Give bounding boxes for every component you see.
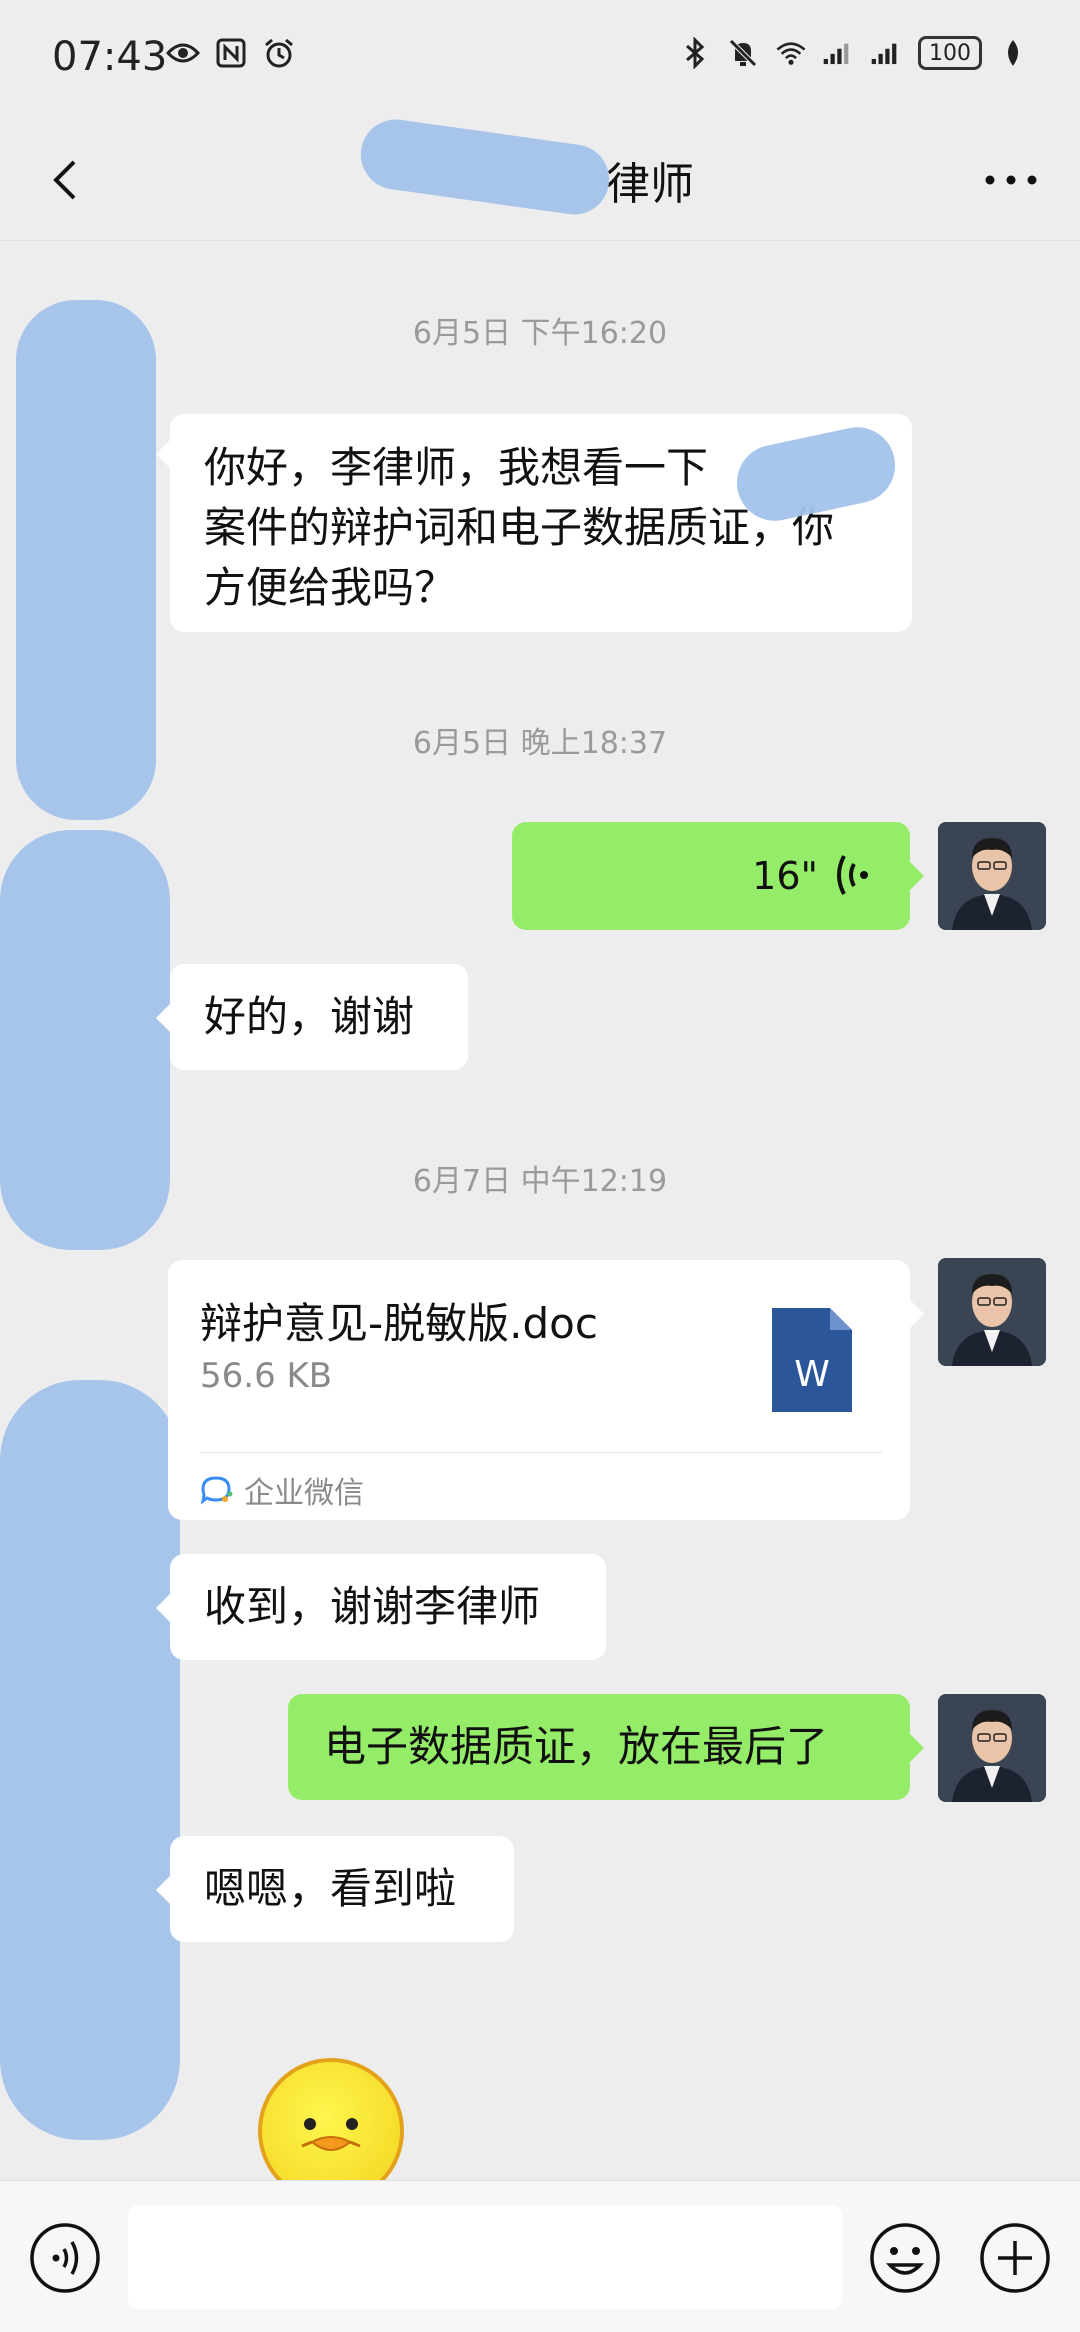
divider xyxy=(200,1452,882,1453)
bubble-tail xyxy=(910,1300,924,1328)
timestamp: 6月7日 中午12:19 xyxy=(412,1164,668,1199)
message-bubble-incoming[interactable]: 嗯嗯，看到啦 xyxy=(170,1836,514,1942)
more-button[interactable] xyxy=(976,150,1046,210)
timestamp: 6月5日 下午16:20 xyxy=(412,316,668,351)
voice-message-bubble[interactable]: 16" xyxy=(512,822,910,930)
file-message-card[interactable]: 辩护意见-脱敏版.doc 56.6 KB W 企业微信 xyxy=(168,1260,910,1520)
battery-indicator: 100 xyxy=(918,36,982,70)
bubble-tail xyxy=(156,1004,170,1032)
more-actions-button[interactable] xyxy=(978,2221,1052,2295)
avatar[interactable] xyxy=(938,822,1046,930)
message-text: 好的，谢谢 xyxy=(204,992,415,1041)
bubble-tail xyxy=(910,1734,924,1762)
message-input[interactable] xyxy=(128,2205,842,2309)
alarm-icon xyxy=(262,36,296,70)
message-bubble-incoming[interactable]: 好的，谢谢 xyxy=(170,964,468,1070)
lawyer-avatar-image xyxy=(938,822,1046,930)
plus-icon xyxy=(980,2223,1050,2293)
wecom-icon xyxy=(200,1476,233,1505)
bubble-tail xyxy=(156,1594,170,1622)
word-document-icon: W xyxy=(772,1308,852,1412)
more-icon xyxy=(985,175,1037,185)
voice-wave-icon xyxy=(837,855,868,895)
bluetooth-icon xyxy=(678,36,712,70)
message-bubble-incoming[interactable]: 收到，谢谢李律师 xyxy=(170,1554,606,1660)
file-source: 企业微信 xyxy=(200,1468,364,1512)
voice-icon xyxy=(30,2223,100,2293)
lawyer-avatar-image xyxy=(938,1694,1046,1802)
avatar[interactable] xyxy=(938,1694,1046,1802)
leaf-icon xyxy=(996,36,1030,70)
status-right-icons: 100 xyxy=(678,36,1030,70)
word-icon-letter: W xyxy=(794,1354,830,1395)
voice-input-button[interactable] xyxy=(28,2221,102,2295)
mute-icon xyxy=(726,36,760,70)
timestamp: 6月5日 晚上18:37 xyxy=(412,726,668,761)
eye-icon xyxy=(166,36,200,70)
file-size: 56.6 KB xyxy=(200,1356,333,1396)
bubble-tail xyxy=(156,1876,170,1904)
lawyer-avatar-image xyxy=(938,1258,1046,1366)
message-text: 电子数据质证，放在最后了 xyxy=(324,1722,829,1771)
nfc-icon xyxy=(214,36,248,70)
voice-duration: 16" xyxy=(752,854,818,898)
signal-icon xyxy=(822,36,856,70)
message-text: 方便给我吗？ xyxy=(204,563,457,612)
file-source-label: 企业微信 xyxy=(244,1476,364,1511)
status-left-icons xyxy=(166,36,296,70)
bubble-tail xyxy=(910,862,924,890)
emoji-icon xyxy=(870,2223,940,2293)
status-time: 07:43 xyxy=(52,34,168,80)
message-text: 收到，谢谢李律师 xyxy=(204,1582,541,1631)
redaction-mark xyxy=(0,1380,180,2140)
status-bar: 07:43 100 xyxy=(0,0,1080,120)
avatar[interactable] xyxy=(938,1258,1046,1366)
message-text: 嗯嗯，看到啦 xyxy=(204,1864,457,1913)
message-bubble-outgoing[interactable]: 电子数据质证，放在最后了 xyxy=(288,1694,910,1800)
signal-icon xyxy=(870,36,904,70)
bubble-tail xyxy=(156,440,170,468)
wifi-icon xyxy=(774,36,808,70)
emoji-button[interactable] xyxy=(868,2221,942,2295)
input-bar xyxy=(0,2180,1080,2332)
file-name: 辩护意见-脱敏版.doc xyxy=(200,1299,598,1348)
